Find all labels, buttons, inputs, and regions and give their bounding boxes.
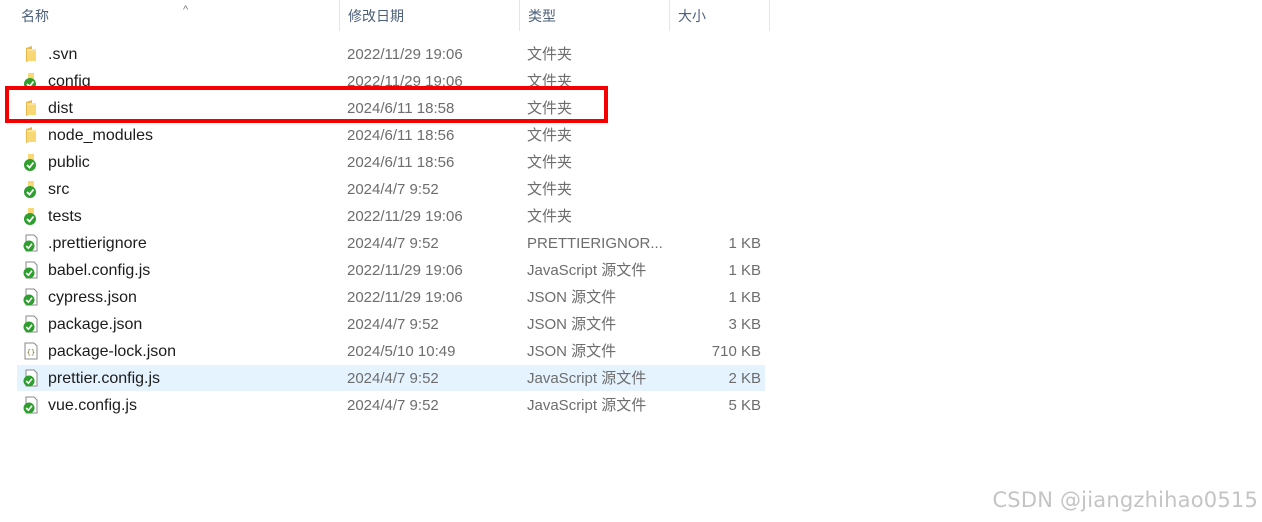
- file-row[interactable]: .svn 2022/11/29 19:06 文件夹: [17, 41, 765, 67]
- file-name: package-lock.json: [48, 343, 177, 360]
- file-modified: 2024/4/7 9:52: [347, 235, 439, 252]
- file-modified: 2024/4/7 9:52: [347, 181, 439, 198]
- folder-icon: [23, 45, 39, 63]
- file-modified: 2022/11/29 19:06: [347, 46, 463, 63]
- file-name: vue.config.js: [48, 397, 137, 414]
- file-row[interactable]: src 2024/4/7 9:52 文件夹: [17, 176, 765, 202]
- column-header-modified[interactable]: 修改日期: [340, 0, 520, 31]
- file-modified: 2022/11/29 19:06: [347, 73, 463, 90]
- file-type: PRETTIERIGNOR...: [527, 235, 662, 252]
- file-type: 文件夹: [527, 181, 573, 198]
- file-modified: 2024/6/11 18:56: [347, 127, 455, 144]
- file-type: 文件夹: [527, 46, 573, 63]
- file-name: tests: [48, 208, 82, 225]
- file-modified: 2022/11/29 19:06: [347, 262, 463, 279]
- file-name: babel.config.js: [48, 262, 151, 279]
- column-header-type[interactable]: 类型: [520, 0, 670, 31]
- file-row[interactable]: .prettierignore 2024/4/7 9:52 PRETTIERIGNO…: [17, 230, 765, 256]
- file-type: JSON 源文件: [527, 343, 617, 360]
- file-type: 文件夹: [527, 208, 573, 225]
- file-name: prettier.config.js: [48, 370, 161, 387]
- json-file-icon: {}: [23, 342, 39, 360]
- sort-ascending-icon: ^: [183, 4, 189, 16]
- column-header-name-label: 名称: [21, 8, 49, 24]
- file-modified: 2022/11/29 19:06: [347, 208, 463, 225]
- file-type: JavaScript 源文件: [527, 262, 647, 279]
- folder-synced-icon: [23, 207, 39, 225]
- folder-icon: [23, 126, 39, 144]
- file-size: 2 KB: [728, 370, 761, 387]
- file-row[interactable]: package.json 2024/4/7 9:52 JSON 源文件 3 KB: [17, 311, 765, 337]
- folder-icon: [23, 99, 39, 117]
- column-header-size[interactable]: 大小: [670, 0, 770, 31]
- file-row[interactable]: public 2024/6/11 18:56 文件夹: [17, 149, 765, 175]
- file-row[interactable]: vue.config.js 2024/4/7 9:52 JavaScript 源文件…: [17, 392, 765, 418]
- file-row[interactable]: dist 2024/6/11 18:58 文件夹: [17, 95, 765, 121]
- file-row[interactable]: cypress.json 2022/11/29 19:06 JSON 源文件 1 KB: [17, 284, 765, 310]
- file-size: 5 KB: [728, 397, 761, 414]
- file-type: JavaScript 源文件: [527, 397, 647, 414]
- file-modified: 2024/4/7 9:52: [347, 370, 439, 387]
- file-size: 1 KB: [728, 289, 761, 306]
- file-type: 文件夹: [527, 154, 573, 171]
- column-header-size-label: 大小: [678, 8, 706, 24]
- file-row[interactable]: prettier.config.js 2024/4/7 9:52 JavaScrip…: [17, 365, 765, 391]
- file-row[interactable]: config 2022/11/29 19:06 文件夹: [17, 68, 765, 94]
- file-synced-icon: [23, 315, 39, 333]
- file-name: .prettierignore: [48, 235, 147, 252]
- column-header-name[interactable]: 名称 ^: [13, 0, 340, 31]
- folder-synced-icon: [23, 180, 39, 198]
- svg-text:{}: {}: [27, 349, 35, 357]
- file-name: public: [48, 154, 90, 171]
- file-name: cypress.json: [48, 289, 137, 306]
- file-size: 1 KB: [728, 235, 761, 252]
- file-synced-icon: [23, 234, 39, 252]
- file-name: .svn: [48, 46, 78, 63]
- folder-synced-icon: [23, 72, 39, 90]
- file-modified: 2024/4/7 9:52: [347, 316, 439, 333]
- file-modified: 2024/6/11 18:56: [347, 154, 455, 171]
- file-modified: 2024/6/11 18:58: [347, 100, 455, 117]
- file-synced-icon: [23, 396, 39, 414]
- file-row[interactable]: babel.config.js 2022/11/29 19:06 JavaScrip…: [17, 257, 765, 283]
- file-synced-icon: [23, 261, 39, 279]
- file-name: dist: [48, 100, 73, 117]
- column-header-bar: 名称 ^ 修改日期 类型 大小: [0, 0, 770, 31]
- file-synced-icon: [23, 288, 39, 306]
- file-type: 文件夹: [527, 100, 573, 117]
- file-name: src: [48, 181, 70, 198]
- file-row[interactable]: {} package-lock.json 2024/5/10 10:49 JSON 源…: [17, 338, 765, 364]
- file-name: config: [48, 73, 91, 90]
- folder-synced-icon: [23, 153, 39, 171]
- file-type: 文件夹: [527, 127, 573, 144]
- file-name: node_modules: [48, 127, 153, 144]
- file-modified: 2022/11/29 19:06: [347, 289, 463, 306]
- file-type: JSON 源文件: [527, 316, 617, 333]
- file-type: JavaScript 源文件: [527, 370, 647, 387]
- column-header-modified-label: 修改日期: [348, 8, 404, 24]
- file-name: package.json: [48, 316, 143, 333]
- file-synced-icon: [23, 369, 39, 387]
- file-size: 710 KB: [711, 343, 761, 360]
- file-type: JSON 源文件: [527, 289, 617, 306]
- file-size: 1 KB: [728, 262, 761, 279]
- file-modified: 2024/4/7 9:52: [347, 397, 439, 414]
- file-row[interactable]: tests 2022/11/29 19:06 文件夹: [17, 203, 765, 229]
- column-header-type-label: 类型: [528, 8, 556, 24]
- file-size: 3 KB: [728, 316, 761, 333]
- file-type: 文件夹: [527, 73, 573, 90]
- file-row[interactable]: node_modules 2024/6/11 18:56 文件夹: [17, 122, 765, 148]
- file-modified: 2024/5/10 10:49: [347, 343, 456, 360]
- watermark: CSDN @jiangzhihao0515: [992, 488, 1258, 512]
